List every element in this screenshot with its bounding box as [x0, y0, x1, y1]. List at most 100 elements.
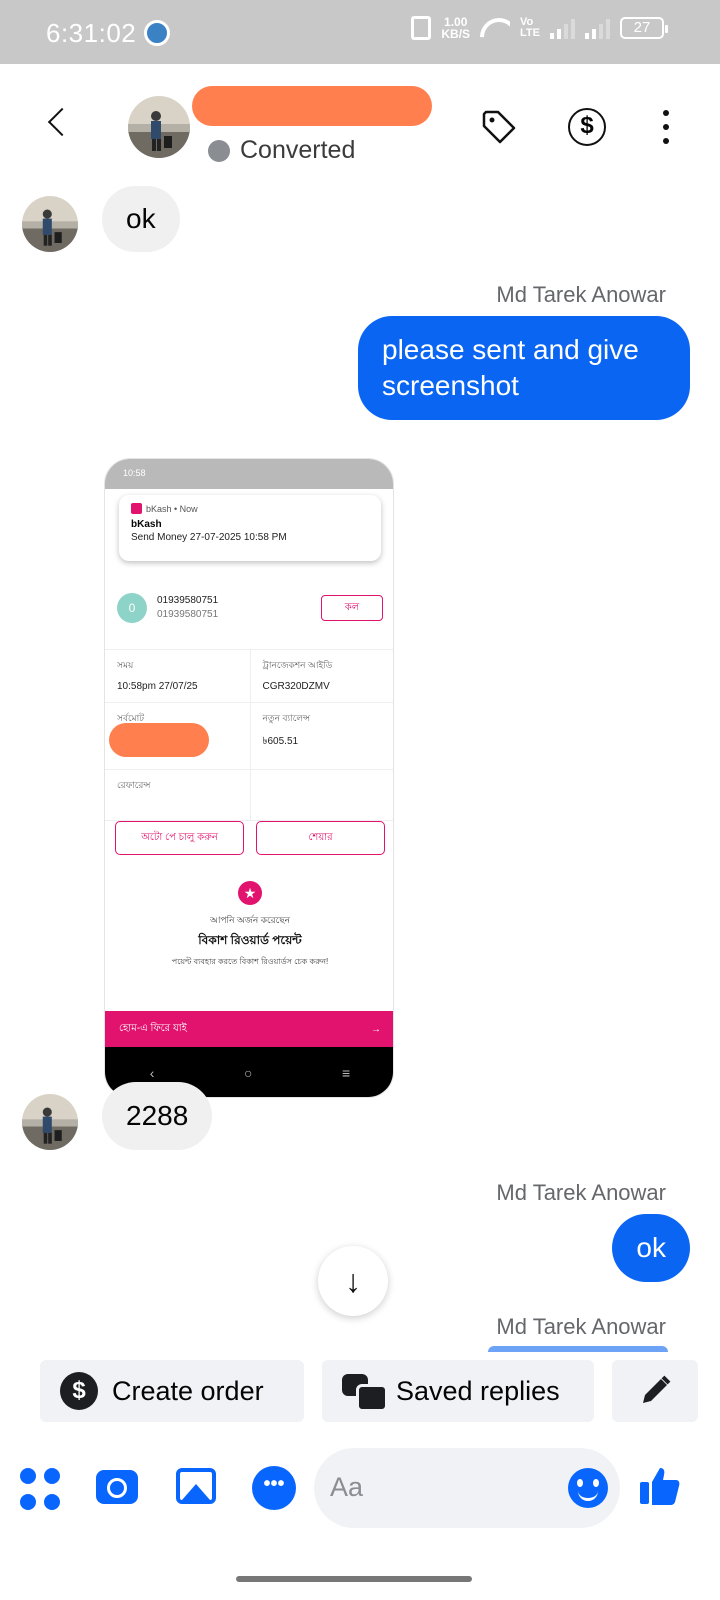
sender-name: Md Tarek Anowar	[496, 1314, 666, 1339]
status-bar: 6:31:02 1.00 KB/S Vo LTE 27	[0, 0, 720, 64]
trx-label: ট্রানজেকশন আইডি	[262, 660, 333, 670]
balance-cell: নতুন ব্যালেন্স ৳605.51	[249, 703, 394, 769]
scroll-to-bottom-button[interactable]: ↓	[318, 1246, 388, 1316]
vibrate-icon	[411, 16, 432, 40]
more-actions-icon[interactable]	[20, 1468, 60, 1512]
status-indicators: 1.00 KB/S Vo LTE 27	[411, 16, 668, 40]
notification-app-label: bKash • Now	[146, 503, 198, 514]
emoji-icon[interactable]	[568, 1468, 608, 1508]
message-bubble-incoming[interactable]: 2288	[102, 1082, 213, 1150]
message-bubble-outgoing[interactable]: ok	[612, 1214, 690, 1282]
recipient-avatar: 0	[117, 593, 147, 623]
message-input-placeholder: Aa	[330, 1472, 364, 1502]
status-time: 6:31:02	[46, 18, 137, 48]
notification-app-icon	[144, 20, 170, 46]
trx-value: CGR320DZMV	[262, 681, 330, 692]
sender-name: Md Tarek Anowar	[496, 282, 666, 307]
bkash-notification: bKash • Now bKash Send Money 27-07-2025 …	[119, 495, 381, 561]
sender-avatar[interactable]	[22, 196, 78, 252]
contact-status: Converted	[208, 136, 355, 165]
home-bar: হোম-এ ফিরে যাই →	[105, 1011, 393, 1047]
attachment-actions: অটো পে চালু করুন শেয়ার	[115, 821, 385, 855]
home-indicator[interactable]	[236, 1576, 472, 1582]
notification-app: bKash • Now	[131, 503, 369, 514]
total-label: সর্বমোট	[117, 713, 145, 723]
redacted-amount	[109, 723, 209, 757]
avatar-photo	[22, 1094, 78, 1150]
attachment-status-bar: 10:58	[105, 459, 393, 489]
new-balance-value: ৳605.51	[262, 736, 299, 747]
contact-avatar[interactable]	[128, 96, 190, 158]
sender-name: Md Tarek Anowar	[496, 1180, 666, 1205]
gallery-icon[interactable]	[176, 1468, 216, 1504]
home-label: হোম-এ ফিরে যাই	[119, 1022, 187, 1034]
tag-icon[interactable]	[480, 108, 518, 146]
edit-button[interactable]	[612, 1360, 698, 1422]
like-icon[interactable]	[638, 1464, 682, 1508]
attachment-status-time: 10:58	[123, 468, 146, 478]
conversation-header: Converted $	[0, 64, 720, 174]
bkash-logo-icon	[131, 503, 142, 514]
reference-cell: রেফারেন্স	[105, 770, 250, 820]
new-balance-label: নতুন ব্যালেন্স	[262, 713, 311, 723]
volte-bottom: LTE	[520, 27, 540, 39]
message-bubble-incoming[interactable]: ok	[102, 186, 180, 252]
back-button[interactable]	[40, 104, 76, 140]
signal-2-icon	[585, 17, 610, 39]
message-text: ok	[126, 203, 156, 234]
reward-section: ★ আপনি অর্জন করেছেন বিকাশ রিওয়ার্ড পয়ে…	[105, 881, 393, 969]
time-value: 10:58pm 27/07/25	[117, 681, 198, 692]
network-speed: 1.00 KB/S	[441, 16, 470, 40]
trx-cell: ট্রানজেকশন আইডি CGR320DZMV	[249, 650, 394, 702]
arrow-right-icon: →	[371, 1023, 381, 1035]
star-icon: ★	[238, 881, 262, 905]
recipient-number-sub: 01939580751	[157, 609, 219, 620]
contact-status-label: Converted	[240, 136, 356, 164]
create-order-label: Create order	[112, 1375, 264, 1406]
recipient-number: 01939580751	[157, 595, 219, 606]
payment-button[interactable]: $	[568, 108, 606, 146]
message-text: 2288	[126, 1100, 189, 1131]
notification-title: bKash	[131, 519, 162, 530]
reward-line3: পয়েন্ট ব্যবহার করতে বিকাশ রিওয়ার্ডস চে…	[171, 957, 329, 966]
time-cell: সময় 10:58pm 27/07/25	[105, 650, 250, 702]
status-dot-icon	[208, 139, 230, 162]
quick-actions: $ Create order Saved replies	[0, 1352, 720, 1436]
signal-1-icon	[550, 17, 575, 39]
sender-avatar[interactable]	[22, 1094, 78, 1150]
nav-back-icon: ‹	[149, 1065, 155, 1081]
reward-line2: বিকাশ রিওয়ার্ড পয়েন্ট	[198, 933, 302, 947]
autopay-button: অটো পে চালু করুন	[115, 821, 244, 855]
volte-indicator: Vo LTE	[520, 17, 540, 39]
message-bubble-outgoing[interactable]: please sent and give screenshot	[358, 316, 690, 420]
create-order-button[interactable]: $ Create order	[40, 1360, 304, 1422]
wifi-icon	[480, 16, 510, 40]
nav-home-icon: ○	[244, 1065, 253, 1081]
saved-replies-label: Saved replies	[396, 1375, 560, 1406]
saved-replies-button[interactable]: Saved replies	[322, 1360, 594, 1422]
message-input[interactable]: Aa	[314, 1448, 620, 1528]
message-text-line2: screenshot	[382, 370, 519, 401]
call-button: কল	[321, 595, 383, 621]
dollar-icon: $	[60, 1372, 98, 1410]
recipient-row: 0 01939580751 01939580751 কল	[117, 589, 383, 629]
time-label: সময়	[117, 660, 134, 670]
avatar-photo	[22, 196, 78, 252]
notification-body: Send Money 27-07-2025 10:58 PM	[131, 532, 287, 543]
chat-bubbles-icon	[342, 1372, 388, 1412]
more-options-icon[interactable]	[660, 110, 672, 144]
camera-icon[interactable]	[96, 1470, 138, 1504]
network-speed-unit: KB/S	[441, 27, 471, 41]
message-composer: ••• Aa	[0, 1440, 720, 1540]
pencil-icon	[643, 1375, 671, 1403]
message-text: ok	[636, 1232, 666, 1263]
reward-line1: আপনি অর্জন করেছেন	[209, 915, 291, 925]
message-text-line1: please sent and give	[382, 334, 639, 365]
avatar-photo	[128, 96, 190, 158]
image-attachment[interactable]: 10:58 bKash • Now bKash Send Money 27-07…	[104, 458, 394, 1098]
nav-recents-icon: ≡	[342, 1065, 351, 1081]
redacted-contact-name	[192, 86, 432, 126]
battery-icon: 27	[620, 17, 668, 39]
saved-reply-chat-icon[interactable]: •••	[252, 1466, 296, 1510]
reference-label: রেফারেন্স	[117, 780, 151, 790]
